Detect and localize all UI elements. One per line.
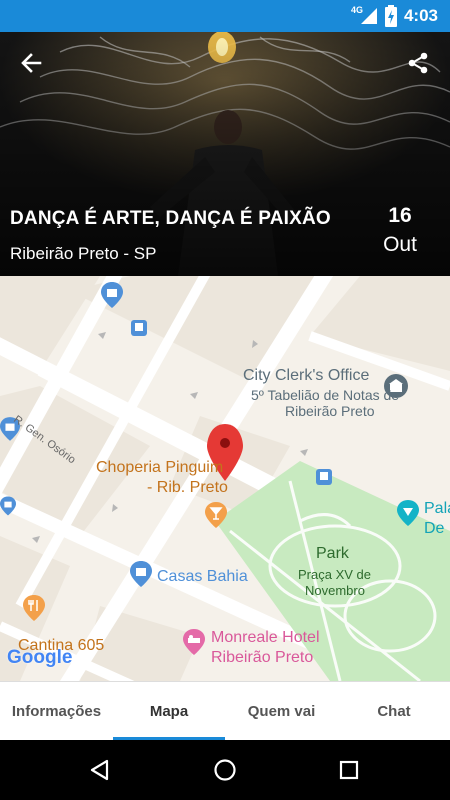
tab-chat[interactable]: Chat <box>338 682 450 741</box>
shopping-bag-icon-left-2[interactable] <box>0 493 16 519</box>
poi-label-monreale-2[interactable]: Ribeirão Preto <box>211 649 313 667</box>
home-circle-icon <box>214 759 236 781</box>
event-month: Out <box>383 233 417 256</box>
map-view[interactable]: City Clerk's Office 5º Tabelião de Notas… <box>0 276 450 681</box>
google-logo: Google <box>7 647 73 668</box>
bar-icon[interactable] <box>205 502 227 528</box>
event-header: DANÇA É ARTE, DANÇA É PAIXÃO Ribeirão Pr… <box>0 32 450 276</box>
tab-informacoes[interactable]: Informações <box>0 682 113 741</box>
tab-mapa[interactable]: Mapa <box>113 682 225 741</box>
tab-quem-vai[interactable]: Quem vai <box>225 682 338 741</box>
signal-icon <box>361 8 377 24</box>
bus-stop-icon-2[interactable] <box>316 469 332 485</box>
shopping-bag-icon-casas[interactable] <box>130 561 152 587</box>
status-bar: 4G 4:03 <box>0 0 450 32</box>
poi-label-pala-2[interactable]: De <box>424 520 444 538</box>
hotel-icon[interactable] <box>183 629 205 655</box>
system-navigation-bar <box>0 740 450 800</box>
arrow-left-icon <box>21 53 42 73</box>
share-button[interactable] <box>398 43 438 83</box>
shopping-bag-icon[interactable] <box>101 282 123 308</box>
event-day: 16 <box>388 204 412 227</box>
poi-label-tabeliao-2[interactable]: Ribeirão Preto <box>285 402 375 420</box>
poi-label-choperia-2[interactable]: - Rib. Preto <box>147 479 228 497</box>
praca-label-2[interactable]: Novembro <box>305 582 365 600</box>
tab-bar: Informações Mapa Quem vai Chat <box>0 681 450 741</box>
battery-charging-icon <box>385 5 397 27</box>
poi-label-choperia-1[interactable]: Choperia Pinguim <box>96 459 223 477</box>
poi-label-city-clerk[interactable]: City Clerk's Office <box>243 367 369 385</box>
recents-square-icon <box>339 760 359 780</box>
poi-label-casas-bahia[interactable]: Casas Bahia <box>157 568 248 586</box>
museum-icon[interactable] <box>397 500 419 526</box>
nav-home-button[interactable] <box>205 750 245 790</box>
poi-label-pala-1[interactable]: Pala <box>424 500 450 518</box>
bus-stop-icon[interactable] <box>131 320 147 336</box>
event-title: DANÇA É ARTE, DANÇA É PAIXÃO <box>10 208 331 229</box>
park-label[interactable]: Park <box>316 545 349 563</box>
share-icon <box>408 52 428 74</box>
nav-back-button[interactable] <box>80 750 120 790</box>
nav-recents-button[interactable] <box>329 750 369 790</box>
restaurant-icon[interactable] <box>23 595 45 621</box>
back-button[interactable] <box>11 43 51 83</box>
poi-label-monreale-1[interactable]: Monreale Hotel <box>211 629 320 647</box>
event-location: Ribeirão Preto - SP <box>10 244 157 263</box>
clock: 4:03 <box>403 6 438 25</box>
back-triangle-icon <box>90 759 109 781</box>
